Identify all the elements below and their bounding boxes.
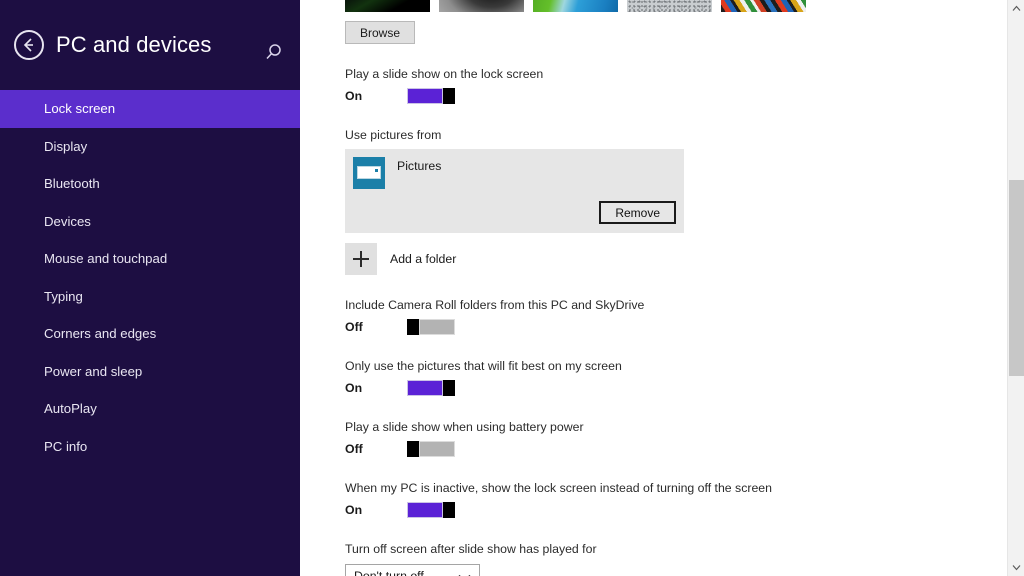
add-folder-button[interactable]: Add a folder <box>345 243 545 275</box>
lock-screen-thumb-3[interactable] <box>533 0 618 12</box>
scrollbar-thumb[interactable] <box>1009 180 1024 376</box>
toggle-knob <box>443 502 455 518</box>
sidebar-item-bluetooth[interactable]: Bluetooth <box>0 165 300 203</box>
toggle-knob <box>407 441 419 457</box>
sidebar-item-label: PC info <box>44 438 88 454</box>
camera-roll-label: Include Camera Roll folders from this PC… <box>345 298 645 312</box>
use-pictures-from-label: Use pictures from <box>345 128 442 142</box>
sidebar-item-label: Power and sleep <box>44 363 143 379</box>
scroll-up-button[interactable] <box>1008 0 1024 17</box>
battery-power-row: Off <box>345 440 1024 458</box>
battery-power-toggle[interactable] <box>407 441 455 457</box>
sidebar-item-mouse-and-touchpad[interactable]: Mouse and touchpad <box>0 240 300 278</box>
sidebar-item-label: Lock screen <box>44 101 116 117</box>
add-folder-label: Add a folder <box>390 252 457 266</box>
inactive-lock-row: On <box>345 501 1024 519</box>
chevron-up-icon <box>1012 5 1021 11</box>
toggle-track <box>419 319 455 335</box>
turn-off-screen-label: Turn off screen after slide show has pla… <box>345 542 597 556</box>
camera-roll-state: Off <box>345 320 363 334</box>
sidebar-item-power-and-sleep[interactable]: Power and sleep <box>0 353 300 391</box>
page-title: PC and devices <box>56 32 212 57</box>
sidebar-item-label: Devices <box>44 213 91 229</box>
sidebar-item-label: Mouse and touchpad <box>44 251 168 267</box>
sidebar-nav: Lock screen Display Bluetooth Devices Mo… <box>0 90 300 465</box>
fit-best-row: On <box>345 379 1024 397</box>
sidebar-item-label: Bluetooth <box>44 176 100 192</box>
camera-roll-row: Off <box>345 318 1024 336</box>
inactive-lock-label: When my PC is inactive, show the lock sc… <box>345 481 772 495</box>
slideshow-label: Play a slide show on the lock screen <box>345 67 544 81</box>
sidebar-item-corners-and-edges[interactable]: Corners and edges <box>0 315 300 353</box>
search-icon[interactable] <box>260 40 286 66</box>
toggle-track <box>407 88 443 104</box>
turn-off-screen-selected-value: Don't turn off <box>354 569 424 576</box>
lock-screen-thumbnail-strip <box>345 0 1024 12</box>
sidebar-item-typing[interactable]: Typing <box>0 278 300 316</box>
sidebar-item-display[interactable]: Display <box>0 128 300 166</box>
sidebar-item-devices[interactable]: Devices <box>0 203 300 241</box>
folder-name: Pictures <box>397 159 442 173</box>
toggle-knob <box>443 380 455 396</box>
sidebar-item-pc-info[interactable]: PC info <box>0 428 300 466</box>
turn-off-screen-select[interactable]: Don't turn off <box>345 564 480 576</box>
inactive-lock-toggle[interactable] <box>407 502 455 518</box>
fit-best-label: Only use the pictures that will fit best… <box>345 359 622 373</box>
chevron-down-icon <box>1012 565 1021 571</box>
sidebar-item-lock-screen[interactable]: Lock screen <box>0 90 300 128</box>
turn-off-screen-select-wrap: Don't turn off <box>345 564 1024 576</box>
back-arrow-glyph <box>23 38 33 52</box>
lock-screen-thumb-5[interactable] <box>721 0 806 12</box>
sidebar-header: PC and devices <box>0 0 300 90</box>
back-arrow-icon[interactable] <box>14 30 44 60</box>
sidebar-item-label: AutoPlay <box>44 401 97 417</box>
slideshow-toggle[interactable] <box>407 88 455 104</box>
folder-list-item[interactable]: Pictures <box>345 149 684 189</box>
scroll-down-button[interactable] <box>1008 559 1024 576</box>
fit-best-toggle[interactable] <box>407 380 455 396</box>
battery-power-label: Play a slide show when using battery pow… <box>345 420 584 434</box>
sidebar-item-autoplay[interactable]: AutoPlay <box>0 390 300 428</box>
search-glyph <box>266 44 281 60</box>
lock-screen-thumb-2[interactable] <box>439 0 524 12</box>
browse-button[interactable]: Browse <box>345 21 416 44</box>
content-pane: Browse Play a slide show on the lock scr… <box>300 0 1024 576</box>
toggle-knob <box>443 88 455 104</box>
toggle-track <box>407 380 443 396</box>
pictures-folder-icon <box>353 157 385 189</box>
pictures-icon-sheet <box>357 166 381 179</box>
lock-screen-thumb-1[interactable] <box>345 0 430 12</box>
inactive-lock-state: On <box>345 503 363 517</box>
plus-icon <box>345 243 377 275</box>
battery-power-state: Off <box>345 442 363 456</box>
sidebar-item-label: Corners and edges <box>44 326 157 342</box>
vertical-scrollbar[interactable] <box>1007 0 1024 576</box>
sidebar-item-label: Typing <box>44 288 83 304</box>
fit-best-state: On <box>345 381 363 395</box>
sidebar: PC and devices Lock screen Display Bluet… <box>0 0 300 576</box>
picture-folders-panel: Pictures Remove <box>345 149 684 233</box>
slideshow-row: On <box>345 87 1024 105</box>
toggle-knob <box>407 319 419 335</box>
slideshow-state: On <box>345 89 363 103</box>
settings-window: PC and devices Lock screen Display Bluet… <box>0 0 1024 576</box>
toggle-track <box>419 441 455 457</box>
lock-screen-thumb-4[interactable] <box>627 0 712 12</box>
lock-screen-settings: Browse Play a slide show on the lock scr… <box>300 0 1024 576</box>
camera-roll-toggle[interactable] <box>407 319 455 335</box>
chevron-down-icon <box>458 572 471 576</box>
sidebar-item-label: Display <box>44 138 88 154</box>
remove-button[interactable]: Remove <box>599 201 676 224</box>
toggle-track <box>407 502 443 518</box>
